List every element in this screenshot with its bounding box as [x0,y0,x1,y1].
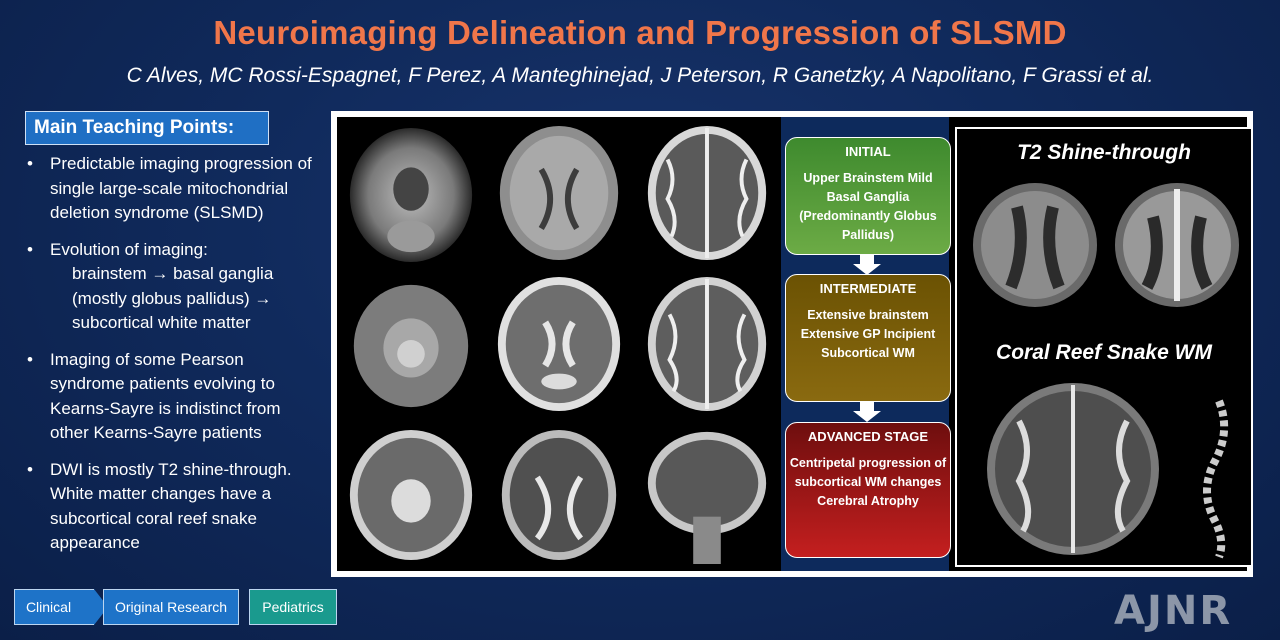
teaching-point-text: DWI is mostly T2 shine-through. White ma… [50,459,292,553]
stage-initial: INITIAL Upper Brainstem Mild Basal Gangl… [785,137,951,255]
stage-advanced: ADVANCED STAGE Centripetal progression o… [785,422,951,558]
teaching-point-text: Evolution of imaging: [50,239,208,259]
tag-pediatrics[interactable]: Pediatrics [249,589,337,625]
mri-image [633,420,781,571]
page-title: Neuroimaging Delineation and Progression… [213,14,1067,51]
teaching-point-text: Predictable imaging progression of singl… [50,154,312,222]
teaching-points-list: Predictable imaging progression of singl… [22,152,322,568]
ajnr-logo: AJNR [1114,588,1233,634]
teaching-point-text: Imaging of some Pearson syndrome patient… [50,349,281,443]
stage-heading: INTERMEDIATE [819,281,917,296]
coral-reef-images [987,383,1229,559]
evolution-sequence: brainstem → basal ganglia (mostly globus… [72,264,274,332]
teaching-point: Predictable imaging progression of singl… [22,152,322,226]
mri-image-grid [337,117,781,571]
stage-body: Upper Brainstem Mild Basal Ganglia (Pred… [799,171,937,242]
mri-image [337,268,485,419]
stage-flowchart: INITIAL Upper Brainstem Mild Basal Gangl… [781,117,951,571]
dwi-images [973,183,1239,307]
stage-heading: ADVANCED STAGE [807,429,929,444]
figure-panel: INITIAL Upper Brainstem Mild Basal Gangl… [331,111,1253,577]
mri-image [633,268,781,419]
tag-original-research[interactable]: Original Research [103,589,239,625]
stage-body: Extensive brainstem Extensive GP Incipie… [800,308,936,360]
authors-line: C Alves, MC Rossi-Espagnet, F Perez, A M… [126,64,1154,87]
tag-clinical[interactable]: Clinical [14,589,94,625]
mri-image [633,117,781,268]
mri-image [337,420,485,571]
figure-panel-inner: INITIAL Upper Brainstem Mild Basal Gangl… [337,117,1253,571]
mri-image [485,420,633,571]
stage-intermediate: INTERMEDIATE Extensive brainstem Extensi… [785,274,951,402]
mri-image [485,268,633,419]
mri-image [337,117,485,268]
teaching-point: Evolution of imaging: brainstem → basal g… [22,238,322,336]
findings-box: T2 Shine-through Coral Reef Snake WM [955,127,1253,567]
down-arrow-icon [853,255,881,275]
stage-body: Centripetal progression of subcortical W… [789,456,947,508]
coral-reef-title: Coral Reef Snake WM [996,341,1212,364]
down-arrow-icon [853,402,881,422]
teaching-point: DWI is mostly T2 shine-through. White ma… [22,458,322,556]
shine-through-title: T2 Shine-through [1017,141,1191,164]
teaching-point: Imaging of some Pearson syndrome patient… [22,348,322,446]
teaching-points-heading: Main Teaching Points: [25,111,269,145]
stage-heading: INITIAL [845,144,891,159]
mri-image [485,117,633,268]
